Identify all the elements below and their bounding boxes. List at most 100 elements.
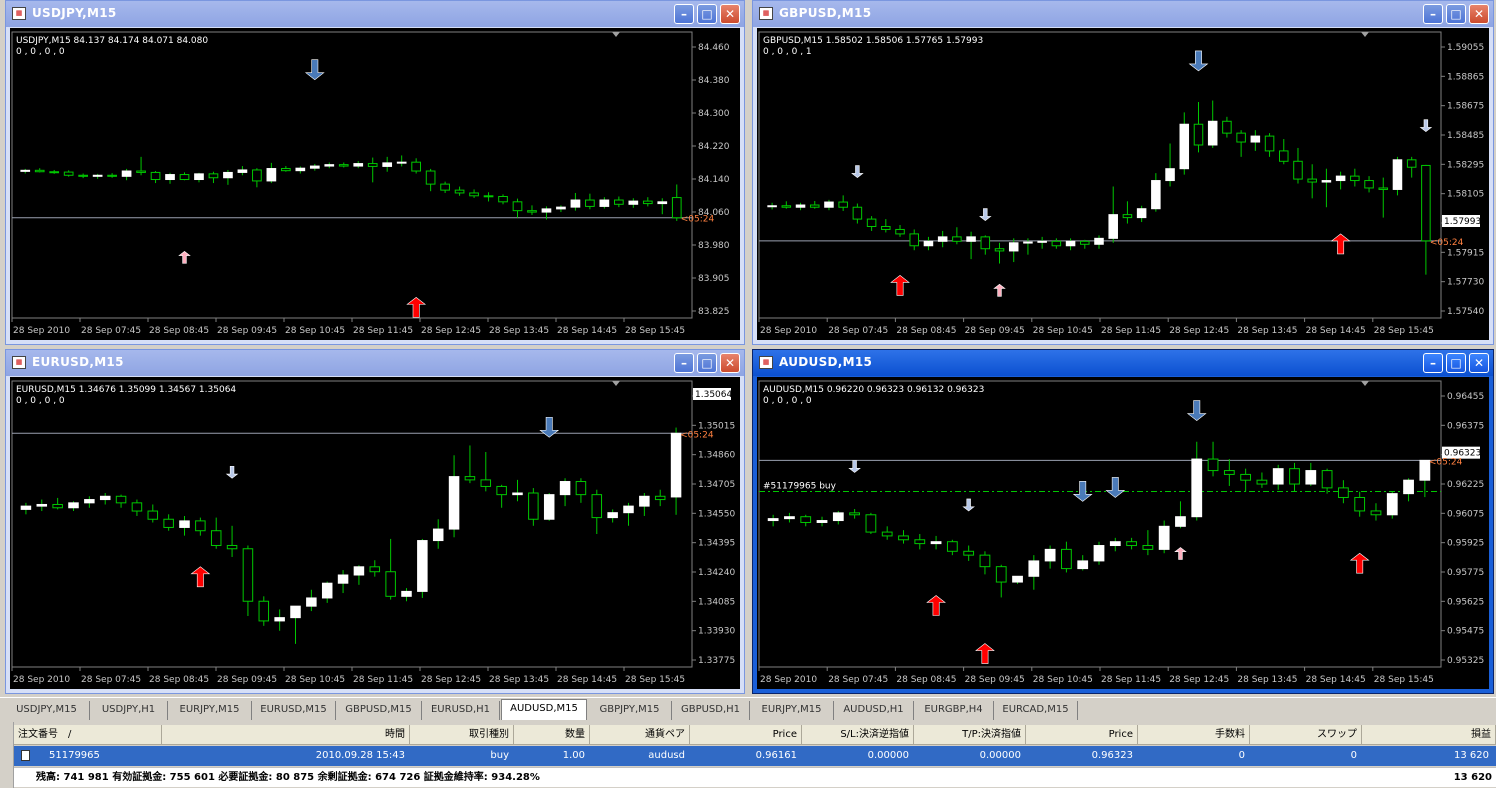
candle xyxy=(1122,201,1133,224)
col-order-number[interactable]: 注文番号 / xyxy=(14,725,162,745)
candle xyxy=(1240,468,1252,492)
balance-row[interactable]: 残高: 741 981 有効証拠金: 755 601 必要証拠金: 80 875… xyxy=(14,767,1496,787)
tab-usdjpy-m15[interactable]: USDJPY,M15 xyxy=(4,701,90,720)
candle xyxy=(92,173,103,179)
window-titlebar[interactable]: ▦ AUDUSD,M15 – □ ✕ xyxy=(753,350,1493,376)
minimize-button[interactable]: – xyxy=(1423,4,1443,24)
tab-eurjpy-m15-2[interactable]: EURJPY,M15 xyxy=(750,701,834,720)
time-axis-label: 28 Sep 11:45 xyxy=(353,326,413,336)
bear-candle xyxy=(1378,187,1389,190)
bull-candle xyxy=(599,199,610,207)
col-symbol[interactable]: 通貨ペア xyxy=(590,725,690,745)
order-row[interactable]: 51179965 2010.09.28 15:43 buy 1.00 audus… xyxy=(14,746,1496,766)
candle xyxy=(963,545,975,561)
candle xyxy=(1108,186,1118,243)
order-profit: 13 620 xyxy=(1454,750,1489,761)
col-stop-loss[interactable]: S/L:決済逆指値 xyxy=(802,725,914,745)
candle xyxy=(1136,205,1147,223)
close-button[interactable]: ✕ xyxy=(720,353,740,373)
bull-candle xyxy=(396,161,407,164)
maximize-button[interactable]: □ xyxy=(1446,353,1466,373)
tab-eurusd-h1[interactable]: EURUSD,H1 xyxy=(422,701,500,720)
candle xyxy=(464,445,476,484)
candle xyxy=(401,588,412,602)
col-commission[interactable]: 手数料 xyxy=(1138,725,1250,745)
chart-window-usdjpy[interactable]: ▦ USDJPY,M15 – □ ✕ 84.460 84.380 84.300 84.… xyxy=(5,0,745,345)
candle xyxy=(979,551,991,575)
sell-arrow-icon xyxy=(962,498,975,512)
terminal-side-strip xyxy=(0,722,14,788)
bull-candle xyxy=(36,503,48,507)
sell-arrow-icon xyxy=(539,416,560,438)
candle xyxy=(1158,520,1170,554)
time-axis-label: 28 Sep 10:45 xyxy=(1033,675,1093,685)
col-take-profit[interactable]: T/P:決済指値 xyxy=(914,725,1026,745)
bear-candle xyxy=(208,173,219,179)
col-type[interactable]: 取引種別 xyxy=(410,725,514,745)
tab-gbpusd-m15[interactable]: GBPUSD,M15 xyxy=(336,701,422,720)
minimize-button[interactable]: – xyxy=(674,353,694,373)
window-titlebar[interactable]: ▦ GBPUSD,M15 – □ ✕ xyxy=(753,1,1493,27)
chart-window-icon: ▦ xyxy=(759,356,773,369)
minimize-button[interactable]: – xyxy=(1423,353,1443,373)
tab-eurgbp-h4[interactable]: EURGBP,H4 xyxy=(914,701,994,720)
bull-candle xyxy=(353,566,365,576)
bull-candle xyxy=(321,582,333,599)
candle xyxy=(767,202,777,210)
col-swap[interactable]: スワップ xyxy=(1250,725,1362,745)
tab-eurjpy-m15[interactable]: EURJPY,M15 xyxy=(168,701,252,720)
candle xyxy=(1403,478,1414,502)
bull-candle xyxy=(266,168,277,182)
tab-usdjpy-h1[interactable]: USDJPY,H1 xyxy=(90,701,168,720)
close-button[interactable]: ✕ xyxy=(1469,353,1489,373)
bear-candle xyxy=(1142,545,1154,550)
bull-candle xyxy=(1250,135,1261,143)
bear-candle xyxy=(281,168,291,172)
maximize-button[interactable]: □ xyxy=(697,4,717,24)
candle xyxy=(1256,472,1268,488)
time-axis-label: 28 Sep 09:45 xyxy=(217,326,277,336)
col-current-price[interactable]: Price xyxy=(1026,725,1138,745)
col-profit[interactable]: 損益 xyxy=(1362,725,1496,745)
chart-area[interactable]: #51179965 buy 0.96455 0.96375 0.96323 0.9622… xyxy=(757,377,1489,689)
bar-timer: <05:24 xyxy=(681,215,715,225)
close-button[interactable]: ✕ xyxy=(720,4,740,24)
candle xyxy=(309,163,320,171)
tab-gbpusd-h1[interactable]: GBPUSD,H1 xyxy=(672,701,750,720)
candle xyxy=(179,172,190,181)
maximize-button[interactable]: □ xyxy=(697,353,717,373)
col-size[interactable]: 数量 xyxy=(514,725,590,745)
candle xyxy=(866,216,877,231)
chart-area[interactable]: 1.35064 1.35015 1.34860 1.34705 1.34550 1.343… xyxy=(10,377,740,689)
window-titlebar[interactable]: ▦ EURUSD,M15 – □ ✕ xyxy=(6,350,744,376)
candle xyxy=(321,581,333,603)
chart-window-gbpusd[interactable]: ▦ GBPUSD,M15 – □ ✕ 1.59055 1.58865 1.58675… xyxy=(752,0,1494,345)
minimize-button[interactable]: – xyxy=(674,4,694,24)
tab-audusd-h1[interactable]: AUDUSD,H1 xyxy=(834,701,914,720)
candle xyxy=(306,589,317,612)
candle xyxy=(242,545,254,616)
tab-eurcad-m15[interactable]: EURCAD,M15 xyxy=(994,701,1078,720)
col-time[interactable]: 時間 xyxy=(162,725,410,745)
candle xyxy=(131,499,143,516)
tab-audusd-m15[interactable]: AUDUSD,M15 xyxy=(501,699,587,720)
chart-svg: 1.59055 1.58865 1.58675 1.58485 1.58295 1.581… xyxy=(758,31,1484,336)
window-titlebar[interactable]: ▦ USDJPY,M15 – □ ✕ xyxy=(6,1,744,27)
candle xyxy=(930,535,942,550)
chart-window-eurusd[interactable]: ▦ EURUSD,M15 – □ ✕ 1.35064 1.35015 1.34860… xyxy=(5,349,745,694)
close-button[interactable]: ✕ xyxy=(1469,4,1489,24)
chart-area[interactable]: 1.59055 1.58865 1.58675 1.58485 1.58295 1.581… xyxy=(757,28,1489,340)
tab-eurusd-m15[interactable]: EURUSD,M15 xyxy=(252,701,336,720)
tab-gbpjpy-m15[interactable]: GBPJPY,M15 xyxy=(588,701,672,720)
maximize-button[interactable]: □ xyxy=(1446,4,1466,24)
chart-area[interactable]: 84.460 84.380 84.300 84.220 84.140 84.060 83.9… xyxy=(10,28,740,340)
bear-candle xyxy=(1256,479,1268,485)
chart-window-audusd[interactable]: ▦ AUDUSD,M15 – □ ✕ #51179965 buy 0.96455 0… xyxy=(752,349,1494,694)
candle xyxy=(396,155,407,167)
price-axis-label: 1.58485 xyxy=(1447,131,1484,141)
price-axis-label: 1.58295 xyxy=(1447,160,1484,170)
candle xyxy=(36,499,48,512)
time-axis-label: 28 Sep 11:45 xyxy=(353,675,413,685)
candle xyxy=(895,225,905,237)
col-open-price[interactable]: Price xyxy=(690,725,802,745)
